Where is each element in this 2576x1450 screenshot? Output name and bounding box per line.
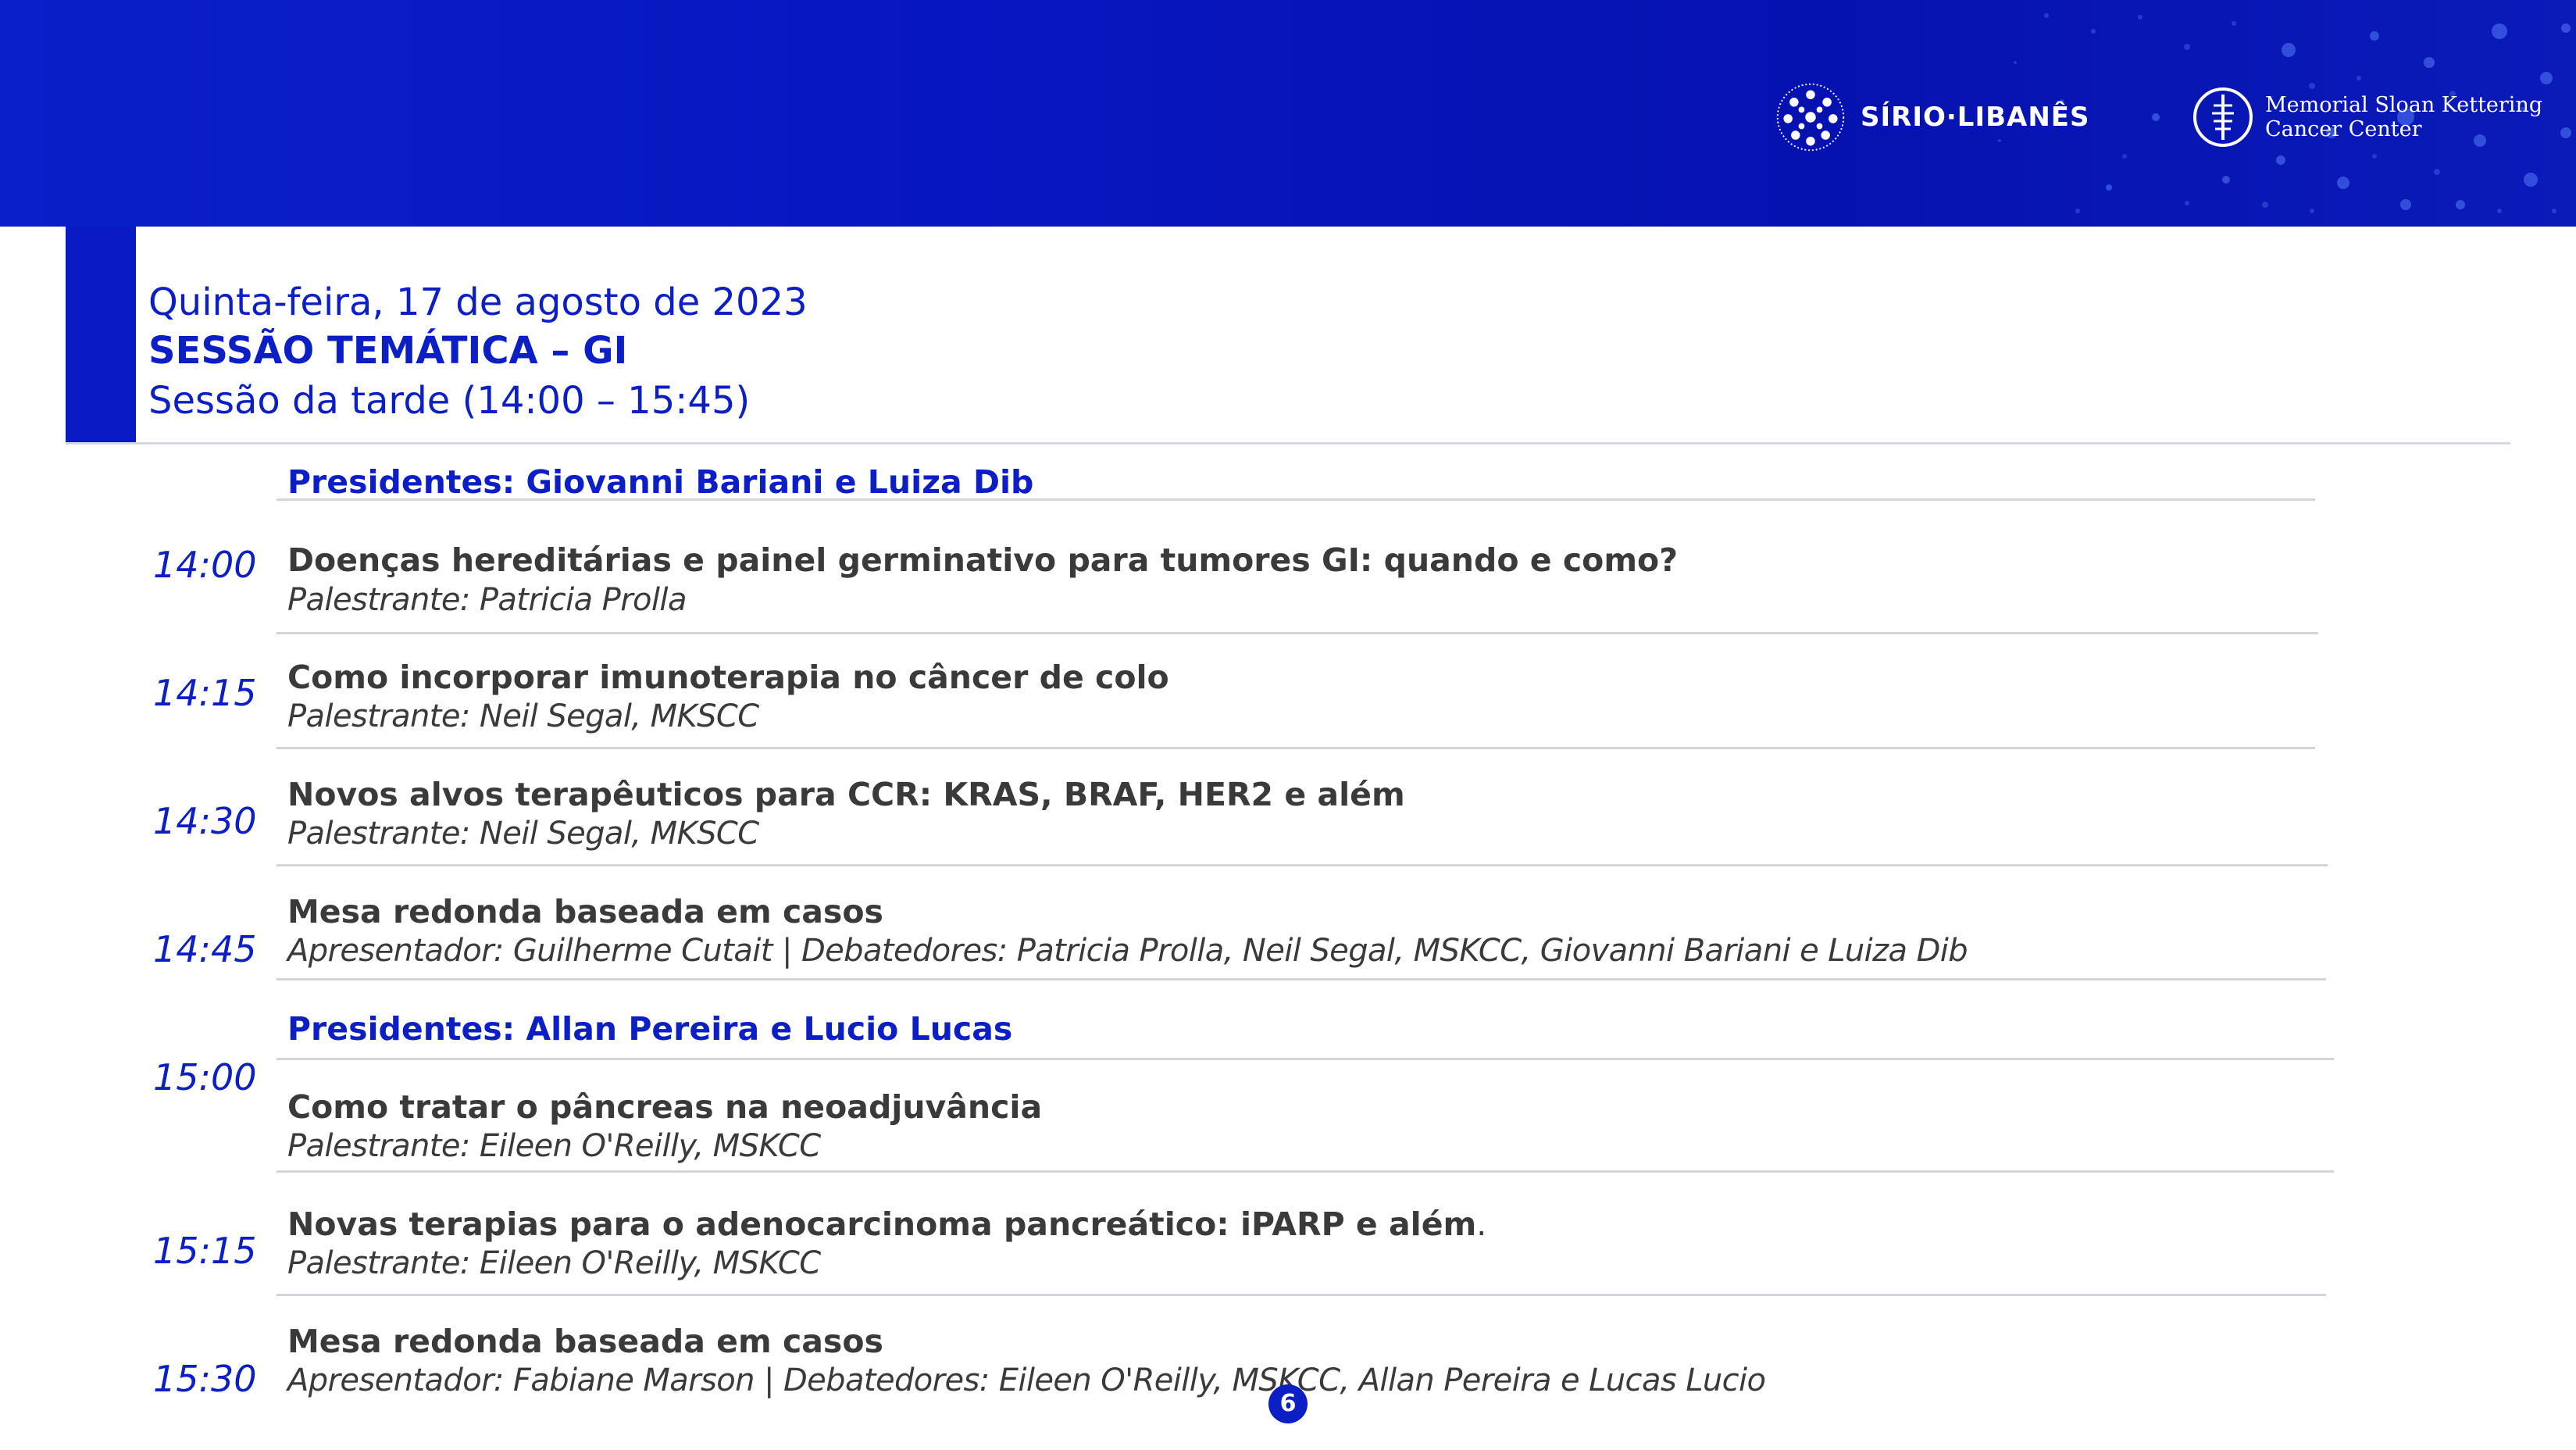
- talk-title-suffix: .: [1476, 1205, 1487, 1243]
- row-divider: [277, 1170, 2334, 1173]
- talk-title: Novos alvos terapêuticos para CCR: KRAS,…: [287, 776, 1405, 813]
- talk-title: Como tratar o pâncreas na neoadjuvância: [287, 1088, 1043, 1126]
- talk-speaker: Apresentador: Guilherme Cutait | Debated…: [287, 933, 1968, 969]
- row-divider: [277, 864, 2328, 866]
- msk-wordmark-line1: Memorial Sloan Kettering: [2265, 93, 2543, 117]
- talk-title: Novas terapias para o adenocarcinoma pan…: [287, 1205, 1486, 1244]
- talk-title-text: Novas terapias para o adenocarcinoma pan…: [287, 1205, 1477, 1243]
- row-divider: [277, 498, 2315, 501]
- header-divider: [66, 442, 2510, 445]
- presidents-label: Presidentes: Giovanni Bariani e Luiza Di…: [287, 463, 1034, 501]
- schedule-time: 14:45: [153, 928, 257, 970]
- row-divider: [277, 1058, 2334, 1060]
- session-title: SESSÃO TEMÁTICA – GI: [148, 329, 628, 373]
- sirio-libanes-emblem-icon: [1776, 83, 1845, 152]
- msk-emblem-icon: [2193, 88, 2253, 147]
- msk-wordmark-line2: Cancer Center: [2265, 117, 2422, 141]
- talk-title: Mesa redonda baseada em casos: [287, 1323, 883, 1360]
- session-header: Quinta-feira, 17 de agosto de 2023 SESSÃ…: [148, 278, 808, 427]
- top-banner: SÍRIO·LIBANÊS Memorial Sloan Kettering C…: [0, 0, 2576, 227]
- talk-speaker: Palestrante: Eileen O'Reilly, MSKCC: [287, 1128, 821, 1164]
- talk-title: Doenças hereditárias e painel germinativ…: [287, 541, 1678, 579]
- talk-title: Mesa redonda baseada em casos: [287, 893, 883, 930]
- talk-speaker: Palestrante: Patricia Prolla: [287, 582, 687, 618]
- talk-speaker: Palestrante: Neil Segal, MKSCC: [287, 698, 759, 734]
- session-date: Quinta-feira, 17 de agosto de 2023: [148, 280, 808, 324]
- schedule-time: 15:15: [153, 1230, 257, 1272]
- session-period: Sessão da tarde (14:00 – 15:45): [148, 379, 751, 423]
- row-divider: [277, 978, 2326, 980]
- talk-speaker: Palestrante: Neil Segal, MKSCC: [287, 816, 759, 852]
- schedule-time: 15:00: [153, 1056, 257, 1098]
- page-number-badge: 6: [1268, 1384, 1308, 1423]
- row-divider: [277, 1294, 2326, 1296]
- talk-speaker: Apresentador: Fabiane Marson | Debatedor…: [287, 1362, 1766, 1398]
- talk-speaker: Palestrante: Eileen O'Reilly, MSKCC: [287, 1245, 821, 1281]
- talk-title: Como incorporar imunoterapia no câncer d…: [287, 659, 1169, 696]
- row-divider: [277, 747, 2315, 749]
- schedule-time: 14:00: [153, 544, 257, 586]
- schedule-time: 15:30: [153, 1358, 257, 1400]
- sirio-libanes-wordmark: SÍRIO·LIBANÊS: [1861, 102, 2090, 133]
- sirio-libanes-logo: SÍRIO·LIBANÊS: [1773, 78, 2090, 156]
- decorative-dot-pattern: [1998, 13, 2571, 213]
- row-divider: [277, 632, 2318, 634]
- accent-side-bar: [66, 227, 136, 444]
- presidents-label: Presidentes: Allan Pereira e Lucio Lucas: [287, 1010, 1013, 1048]
- msk-logo: Memorial Sloan Kettering Cancer Center: [2192, 80, 2542, 155]
- schedule-time: 14:15: [153, 672, 257, 714]
- schedule-time: 14:30: [153, 800, 257, 842]
